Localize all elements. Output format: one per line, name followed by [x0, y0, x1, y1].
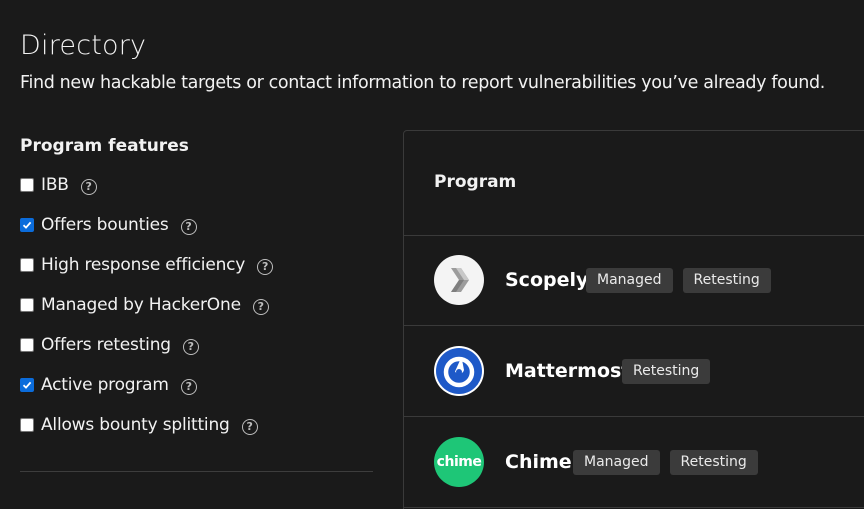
page-subtitle: Find new hackable targets or contact inf…: [20, 73, 825, 93]
filter-heading: Program features: [20, 136, 189, 156]
program-table: Program Scopely Managed Retesting Matter…: [403, 130, 864, 509]
filter-offers-bounties[interactable]: Offers bounties ?: [20, 213, 197, 237]
ibb-checkbox[interactable]: [20, 178, 34, 192]
help-icon[interactable]: ?: [180, 218, 197, 235]
filter-allows-bounty-splitting[interactable]: Allows bounty splitting ?: [20, 413, 258, 437]
offers-bounties-checkbox[interactable]: [20, 218, 34, 232]
retesting-badge: Retesting: [669, 449, 758, 475]
program-row-chime[interactable]: chime Chime Managed Retesting: [404, 417, 864, 508]
page-title: Directory: [20, 30, 147, 61]
filter-divider: [20, 471, 373, 472]
filter-label: Managed by HackerOne: [41, 295, 241, 315]
help-icon[interactable]: ?: [257, 258, 274, 275]
managed-badge: Managed: [586, 267, 673, 293]
program-badges: Retesting: [622, 358, 711, 384]
program-row-scopely[interactable]: Scopely Managed Retesting: [404, 235, 864, 326]
allows-bounty-splitting-checkbox[interactable]: [20, 418, 34, 432]
help-icon[interactable]: ?: [252, 298, 269, 315]
filter-ibb[interactable]: IBB ?: [20, 173, 97, 197]
managed-by-hackerone-checkbox[interactable]: [20, 298, 34, 312]
program-column-header[interactable]: Program: [434, 172, 516, 192]
filter-managed-by-hackerone[interactable]: Managed by HackerOne ?: [20, 293, 269, 317]
high-response-efficiency-checkbox[interactable]: [20, 258, 34, 272]
program-name[interactable]: Chime: [505, 451, 572, 473]
mattermost-logo[interactable]: [434, 346, 484, 396]
chime-logo[interactable]: chime: [434, 437, 484, 487]
directory-page: Directory Find new hackable targets or c…: [0, 0, 864, 509]
retesting-badge: Retesting: [622, 358, 711, 384]
help-icon[interactable]: ?: [241, 418, 258, 435]
program-badges: Managed Retesting: [573, 449, 758, 475]
retesting-badge: Retesting: [682, 267, 771, 293]
filter-offers-retesting[interactable]: Offers retesting ?: [20, 333, 199, 357]
scopely-logo[interactable]: [434, 255, 484, 305]
filter-label: Active program: [41, 375, 169, 395]
program-name[interactable]: Scopely: [505, 269, 588, 291]
program-features-filter: Program features IBB ? Offers bounties ?…: [20, 134, 374, 435]
help-icon[interactable]: ?: [180, 378, 197, 395]
managed-badge: Managed: [573, 449, 660, 475]
filter-label: Allows bounty splitting: [41, 415, 230, 435]
program-badges: Managed Retesting: [586, 267, 771, 293]
table-header: Program: [404, 131, 864, 236]
chime-logo-text: chime: [436, 454, 482, 470]
active-program-checkbox[interactable]: [20, 378, 34, 392]
program-name[interactable]: Mattermost: [505, 360, 630, 382]
filter-label: IBB: [41, 175, 69, 195]
help-icon[interactable]: ?: [182, 338, 199, 355]
filter-label: Offers bounties: [41, 215, 169, 235]
filter-active-program[interactable]: Active program ?: [20, 373, 197, 397]
filter-label: High response efficiency: [41, 255, 246, 275]
filter-label: Offers retesting: [41, 335, 171, 355]
filter-high-response-efficiency[interactable]: High response efficiency ?: [20, 253, 274, 277]
help-icon[interactable]: ?: [80, 178, 97, 195]
program-row-mattermost[interactable]: Mattermost Retesting: [404, 326, 864, 417]
offers-retesting-checkbox[interactable]: [20, 338, 34, 352]
